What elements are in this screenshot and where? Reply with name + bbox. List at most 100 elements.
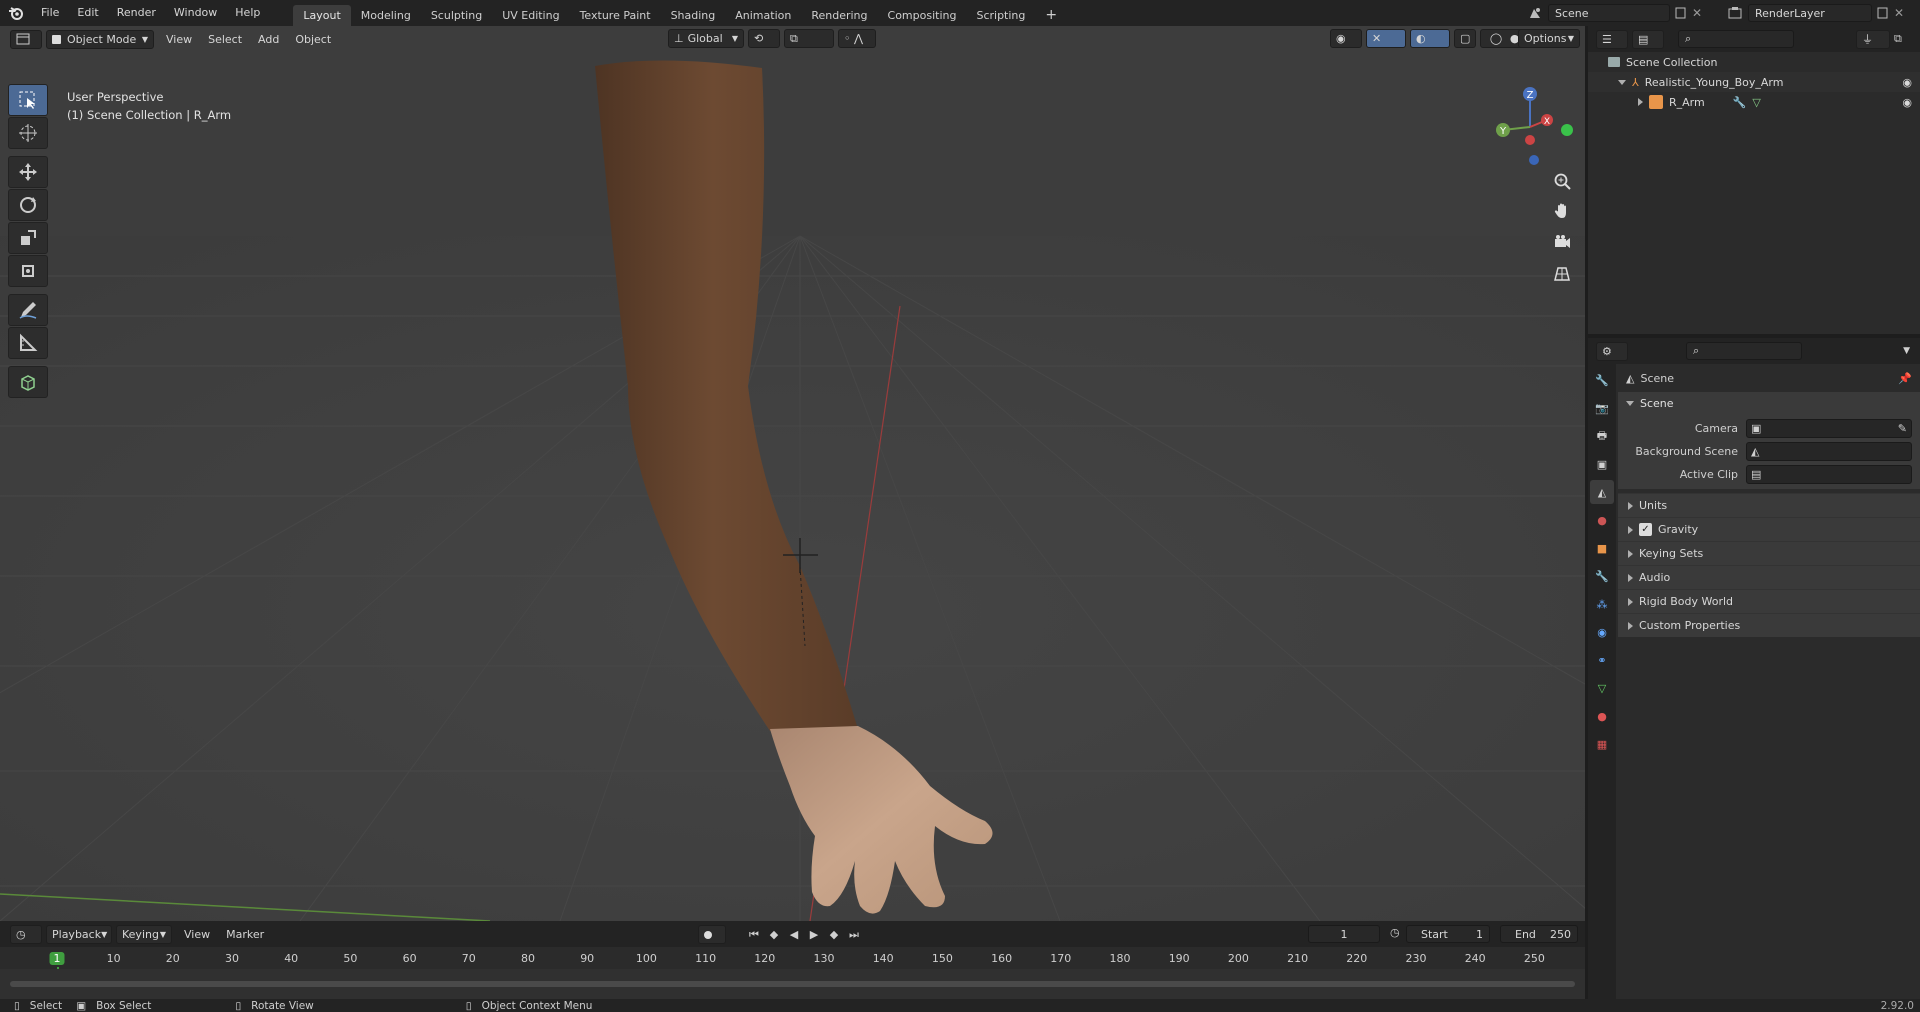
- properties-editor-type-button[interactable]: ⚙: [1596, 341, 1628, 361]
- current-frame-field[interactable]: 1: [1308, 925, 1380, 943]
- current-frame-indicator[interactable]: 1: [49, 952, 65, 965]
- outliner-search-input[interactable]: ⌕: [1678, 30, 1794, 48]
- jump-end-icon[interactable]: ⏭: [844, 928, 864, 942]
- cursor-tool[interactable]: [8, 117, 48, 149]
- delete-view-layer-icon[interactable]: ✕: [1894, 6, 1912, 20]
- filter-button[interactable]: ⏚: [1856, 29, 1890, 49]
- timeline-menu-view[interactable]: View: [176, 928, 218, 941]
- keying-dropdown[interactable]: Keying ▼: [116, 924, 172, 944]
- constraints-tab-icon[interactable]: ⚭: [1590, 648, 1614, 672]
- add-cube-tool[interactable]: [8, 366, 48, 398]
- object-mode-dropdown[interactable]: Object Mode ▼: [46, 29, 154, 49]
- editor-type-button[interactable]: [10, 29, 42, 49]
- 3d-viewport[interactable]: Z Y X: [0, 26, 1585, 921]
- proportional-edit-button[interactable]: ◦ ⋀: [838, 29, 876, 48]
- disclosure-down-icon[interactable]: [1618, 79, 1626, 85]
- rotate-tool[interactable]: [8, 189, 48, 221]
- viewport-menu-select[interactable]: Select: [200, 33, 250, 46]
- new-scene-icon[interactable]: [1670, 7, 1692, 19]
- audio-panel[interactable]: Audio: [1618, 565, 1920, 589]
- timeline-scrollbar[interactable]: [10, 981, 1575, 987]
- gravity-checkbox[interactable]: ✓: [1639, 523, 1652, 536]
- scene-panel-header[interactable]: Scene: [1618, 392, 1920, 414]
- playback-dropdown[interactable]: Playback ▼: [46, 924, 112, 944]
- pivot-point-button[interactable]: ⟲: [748, 29, 780, 48]
- camera-field[interactable]: ▣ ✎: [1746, 419, 1912, 438]
- data-tab-icon[interactable]: ▽: [1590, 676, 1614, 700]
- add-workspace-button[interactable]: +: [1035, 5, 1067, 26]
- keying-sets-panel[interactable]: Keying Sets: [1618, 541, 1920, 565]
- world-tab-icon[interactable]: ●: [1590, 508, 1614, 532]
- overlays-button[interactable]: ◐: [1410, 29, 1450, 48]
- particles-tab-icon[interactable]: ⁂: [1590, 592, 1614, 616]
- display-mode-button[interactable]: ▤: [1632, 29, 1664, 49]
- rigid-body-world-panel[interactable]: Rigid Body World: [1618, 589, 1920, 613]
- prev-keyframe-icon[interactable]: ◆: [764, 928, 784, 941]
- chevron-down-icon[interactable]: ▼: [1903, 346, 1910, 356]
- render-tab-icon[interactable]: 📷: [1590, 396, 1614, 420]
- scene-tab-icon[interactable]: ◭: [1590, 480, 1614, 504]
- gravity-panel[interactable]: ✓ Gravity: [1618, 517, 1920, 541]
- end-frame-field[interactable]: End 250: [1500, 925, 1578, 943]
- tab-layout[interactable]: Layout: [293, 5, 351, 26]
- menu-render[interactable]: Render: [108, 0, 165, 26]
- viewport-menu-add[interactable]: Add: [250, 33, 287, 46]
- custom-properties-panel[interactable]: Custom Properties: [1618, 613, 1920, 637]
- transform-tool[interactable]: [8, 255, 48, 287]
- background-scene-field[interactable]: ◭: [1746, 442, 1912, 461]
- physics-tab-icon[interactable]: ◉: [1590, 620, 1614, 644]
- pin-icon[interactable]: 📌: [1898, 372, 1912, 385]
- modifier-tab-icon[interactable]: 🔧: [1590, 564, 1614, 588]
- measure-tool[interactable]: [8, 327, 48, 359]
- menu-window[interactable]: Window: [165, 0, 226, 26]
- active-clip-field[interactable]: ▤: [1746, 465, 1912, 484]
- tab-scripting[interactable]: Scripting: [966, 5, 1035, 26]
- menu-edit[interactable]: Edit: [68, 0, 107, 26]
- preview-range-icon[interactable]: ◷: [1390, 926, 1400, 939]
- outliner-row-mesh[interactable]: R_Arm 🔧 ▽ ◉: [1588, 92, 1920, 112]
- tab-texture-paint[interactable]: Texture Paint: [570, 5, 661, 26]
- snap-button[interactable]: ⧉: [784, 29, 834, 48]
- ortho-toggle-button[interactable]: [1549, 260, 1575, 286]
- tool-tab-icon[interactable]: 🔧: [1590, 368, 1614, 392]
- wireframe-shading-icon[interactable]: ◯: [1490, 32, 1502, 45]
- menu-help[interactable]: Help: [226, 0, 269, 26]
- auto-keying-button[interactable]: [698, 925, 726, 944]
- disclosure-right-icon[interactable]: [1638, 98, 1643, 106]
- tab-compositing[interactable]: Compositing: [878, 5, 967, 26]
- units-panel[interactable]: Units: [1618, 493, 1920, 517]
- object-tab-icon[interactable]: ■: [1590, 536, 1614, 560]
- jump-start-icon[interactable]: ⏮: [744, 928, 764, 942]
- scale-tool[interactable]: [8, 222, 48, 254]
- xray-button[interactable]: ▢: [1454, 29, 1476, 48]
- delete-scene-icon[interactable]: ✕: [1692, 6, 1710, 20]
- scene-name-field[interactable]: Scene: [1548, 4, 1670, 22]
- menu-file[interactable]: File: [32, 0, 68, 26]
- move-tool[interactable]: [8, 156, 48, 188]
- timeline-ruler[interactable]: 1 10 20 30 40 50 60 70 80 90 100 110 120 130 140 150 160…: [0, 947, 1585, 997]
- start-frame-field[interactable]: Start 1: [1406, 925, 1490, 943]
- tab-modeling[interactable]: Modeling: [351, 5, 421, 26]
- outliner-row-empty[interactable]: ⅄ Realistic_Young_Boy_Arm ◉: [1588, 72, 1920, 92]
- output-tab-icon[interactable]: 🖶: [1590, 424, 1614, 448]
- options-button[interactable]: Options ▼: [1518, 29, 1580, 48]
- new-view-layer-icon[interactable]: [1872, 7, 1894, 19]
- viewport-menu-object[interactable]: Object: [287, 33, 339, 46]
- next-keyframe-icon[interactable]: ◆: [824, 928, 844, 941]
- new-collection-icon[interactable]: ⧉: [1894, 32, 1916, 46]
- tab-sculpting[interactable]: Sculpting: [421, 5, 492, 26]
- eye-icon[interactable]: ◉: [1902, 76, 1912, 89]
- gizmo-toggle-button[interactable]: ✕: [1366, 29, 1406, 48]
- texture-tab-icon[interactable]: ▦: [1590, 732, 1614, 756]
- properties-search-input[interactable]: ⌕: [1686, 342, 1802, 360]
- tab-shading[interactable]: Shading: [661, 5, 726, 26]
- select-box-tool[interactable]: [8, 84, 48, 116]
- blender-logo-icon[interactable]: [0, 0, 32, 26]
- eyedropper-icon[interactable]: ✎: [1898, 422, 1907, 435]
- play-reverse-icon[interactable]: ◀: [784, 928, 804, 941]
- viewport-menu-view[interactable]: View: [158, 33, 200, 46]
- tab-rendering[interactable]: Rendering: [801, 5, 877, 26]
- outliner-editor-type-button[interactable]: ☰: [1596, 29, 1628, 49]
- play-icon[interactable]: ▶: [804, 928, 824, 941]
- tab-uv-editing[interactable]: UV Editing: [492, 5, 569, 26]
